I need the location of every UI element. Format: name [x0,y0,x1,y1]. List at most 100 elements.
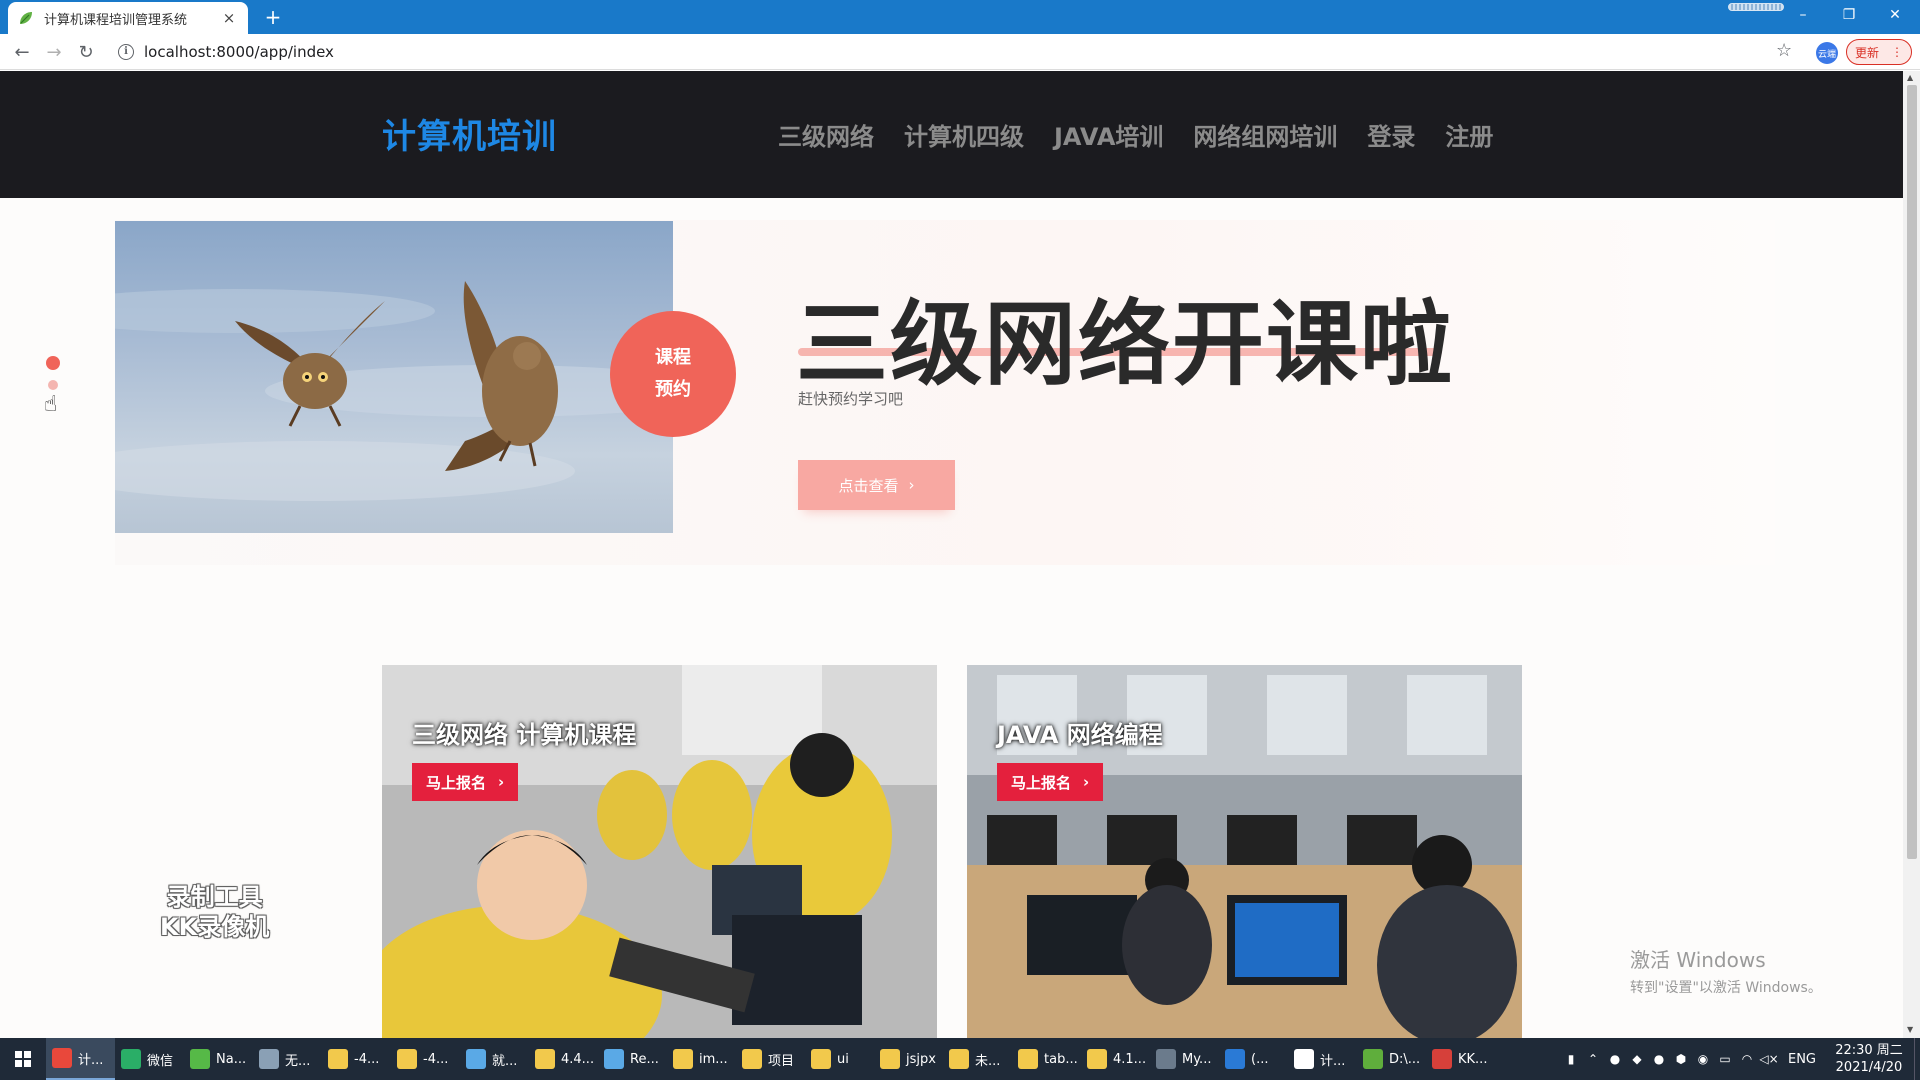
enroll-now-button[interactable]: 马上报名 › [412,763,519,801]
taskbar-item-label: 4.4... [561,1051,595,1067]
bookmark-star-icon[interactable]: ☆ [1776,40,1792,61]
course-card-level3[interactable]: 三级网络 计算机课程 马上报名 › [382,665,937,1038]
update-label: 更新 [1855,45,1880,60]
restore-button[interactable]: ❐ [1826,0,1872,30]
minimize-button[interactable]: – [1780,0,1826,30]
folder-icon [880,1049,900,1069]
taskbar-item-label: 未... [975,1053,1001,1069]
vscode-icon [1225,1049,1245,1069]
nav-item-register[interactable]: 注册 [1445,117,1493,152]
volume-muted-icon[interactable]: ◁× [1758,1052,1780,1066]
badge-line-1: 课程 [655,347,691,368]
qq-icon[interactable]: ◆ [1626,1052,1648,1066]
folder-icon [811,1049,831,1069]
clock-time: 22:30 周二 [1835,1043,1903,1058]
tool-icon [1156,1049,1176,1069]
wechat-tray-icon[interactable]: ◉ [1692,1052,1714,1066]
window-drag-handle[interactable] [1728,3,1784,11]
show-desktop-button[interactable] [1914,1038,1920,1080]
taskbar-item-label: 4.1... [1113,1051,1147,1067]
nav-item-level3-network[interactable]: 三级网络 [778,117,874,152]
taskbar-item[interactable]: (... [1219,1038,1288,1080]
chat-icon [1294,1049,1314,1069]
tab-close-icon[interactable]: × [220,9,238,27]
taskbar-item-label: KK... [1458,1051,1488,1067]
taskbar-item-label: jsjpx [906,1051,936,1067]
chevron-right-icon: › [908,476,915,494]
card-title: 三级网络 计算机课程 [412,721,637,749]
scroll-up-icon[interactable]: ▲ [1907,73,1913,82]
browser-tab-strip: 计算机课程培训管理系统 × + – ❐ ✕ [0,0,1920,34]
address-bar[interactable]: i localhost:8000/app/index [112,38,1782,66]
taskbar-item[interactable]: Re... [598,1038,667,1080]
nav-item-networking[interactable]: 网络组网培训 [1193,117,1337,152]
tray-app-icon[interactable]: ● [1648,1052,1670,1066]
forward-arrow-icon[interactable]: → [42,40,66,64]
site-header: 计算机培训 三级网络 计算机四级 JAVA培训 网络组网培训 登录 注册 [0,71,1903,198]
profile-avatar[interactable]: 云端 [1816,42,1838,64]
nav-item-java[interactable]: JAVA培训 [1054,117,1163,152]
course-booking-badge[interactable]: 课程 预约 [610,311,736,437]
back-arrow-icon[interactable]: ← [10,40,34,64]
taskbar-item[interactable]: 计... [1288,1038,1357,1080]
new-tab-button[interactable]: + [262,6,284,28]
slider-dot-2[interactable] [48,380,58,390]
tab-title: 计算机课程培训管理系统 [44,12,188,28]
site-logo[interactable]: 计算机培训 [382,109,557,158]
taskbar-item[interactable]: 无... [253,1038,322,1080]
tray-app-icon[interactable]: ● [1604,1052,1626,1066]
taskbar-item-label: D:\... [1389,1051,1421,1067]
taskbar-item[interactable]: -4... [391,1038,460,1080]
scroll-down-icon[interactable]: ▼ [1907,1025,1913,1034]
device-icon[interactable]: ▭ [1714,1052,1736,1066]
enroll-now-label: 马上报名 [1011,773,1072,792]
browser-tab[interactable]: 计算机课程培训管理系统 × [8,2,248,34]
kebab-menu-icon: ⋮ [1891,45,1903,59]
enroll-now-button[interactable]: 马上报名 › [997,763,1104,801]
taskbar-item[interactable]: 4.1... [1081,1038,1150,1080]
taskbar-item-label: ui [837,1051,849,1067]
nav-item-login[interactable]: 登录 [1367,117,1415,152]
reload-icon[interactable]: ↻ [74,40,98,64]
taskbar-item[interactable]: im... [667,1038,736,1080]
taskbar-item[interactable]: 项目 [736,1038,805,1080]
course-card-java[interactable]: JAVA 网络编程 马上报名 › [967,665,1522,1038]
taskbar-item[interactable]: D:\... [1357,1038,1426,1080]
taskbar-item[interactable]: 就... [460,1038,529,1080]
taskbar-item[interactable]: 微信 [115,1038,184,1080]
taskbar-item[interactable]: -4... [322,1038,391,1080]
page-scrollbar[interactable]: ▲ ▼ [1903,71,1920,1038]
watermark-line-2: KK录像机 [160,913,270,941]
taskbar-item[interactable]: ui [805,1038,874,1080]
wifi-icon[interactable]: ◠ [1736,1052,1758,1066]
slider-dot-1[interactable] [46,356,60,370]
chevron-right-icon: › [498,773,505,791]
taskbar-item[interactable]: Na... [184,1038,253,1080]
site-info-icon[interactable]: i [118,44,134,60]
update-button[interactable]: 更新 ⋮ [1846,39,1912,65]
folder-icon [673,1049,693,1069]
scrollbar-thumb[interactable] [1907,85,1917,859]
windows-start-icon[interactable] [0,1038,46,1080]
taskbar-item[interactable]: 4.4... [529,1038,598,1080]
taskbar-item[interactable]: 未... [943,1038,1012,1080]
taskbar-item[interactable]: 计... [46,1038,115,1080]
battery-icon[interactable]: ▮ [1560,1052,1582,1066]
taskbar-item[interactable]: KK... [1426,1038,1495,1080]
folder-icon [1018,1049,1038,1069]
taskbar-item[interactable]: tab... [1012,1038,1081,1080]
nav-item-level4-computer[interactable]: 计算机四级 [904,117,1024,152]
activation-line-1: 激活 Windows [1630,948,1766,972]
close-window-button[interactable]: ✕ [1872,0,1918,30]
taskbar-item[interactable]: My... [1150,1038,1219,1080]
view-details-button[interactable]: 点击查看 › [798,460,955,510]
folder-icon [949,1049,969,1069]
clock[interactable]: 22:30 周二 2021/4/20 [1824,1042,1914,1076]
taskbar-item-label: -4... [354,1051,380,1067]
shield-icon[interactable]: ⬢ [1670,1052,1692,1066]
folder-icon [328,1049,348,1069]
chevron-up-icon[interactable]: ⌃ [1582,1052,1604,1066]
taskbar-item[interactable]: jsjpx [874,1038,943,1080]
input-language[interactable]: ENG [1780,1052,1824,1067]
hero-title: 三级网络开课啦 [796,291,1455,398]
